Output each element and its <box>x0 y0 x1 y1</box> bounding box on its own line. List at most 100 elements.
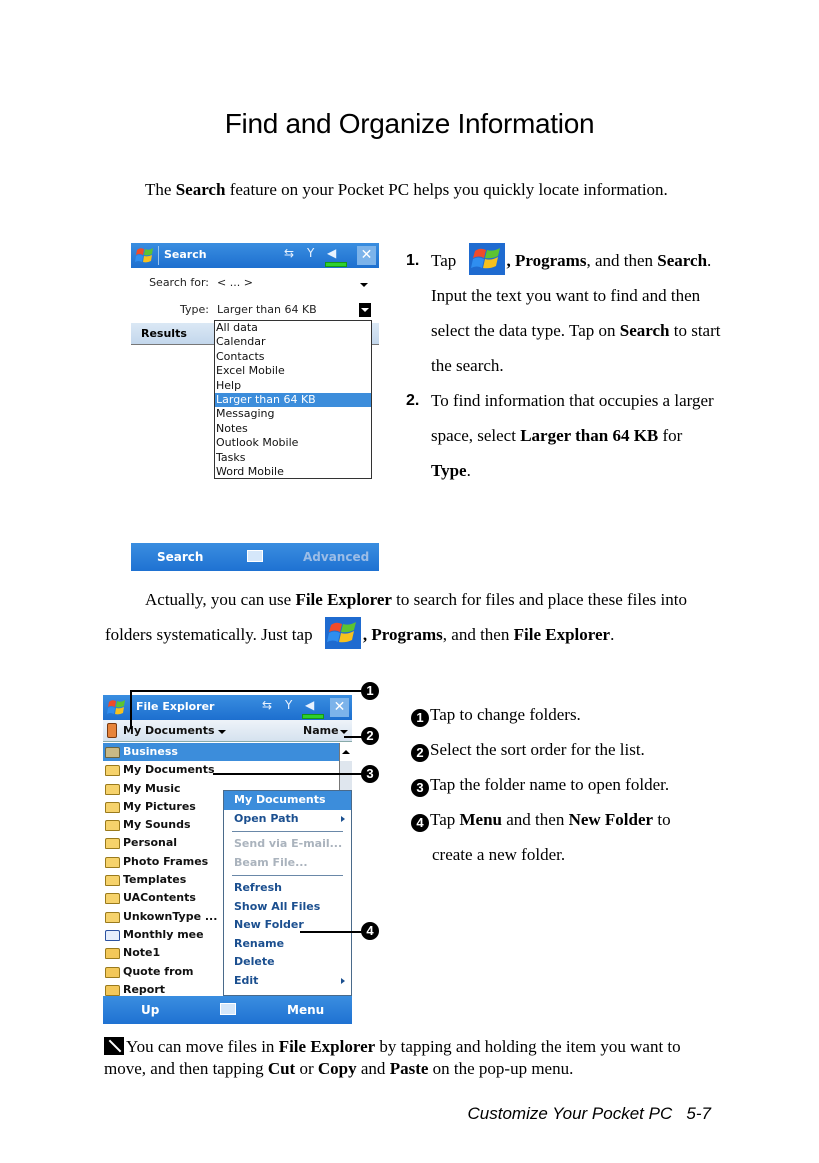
context-menu: My Documents Open Path Send via E-mail..… <box>223 790 352 996</box>
results-label: Results <box>141 327 187 340</box>
callout-line-1 <box>130 690 363 692</box>
volume-icon[interactable]: ◀ <box>327 246 336 260</box>
intro-text: The <box>145 180 176 199</box>
tip-bold: Copy <box>317 1059 357 1078</box>
item-name: Note1 <box>123 946 161 960</box>
step-1: 1. Tap , Programs, and then Search. Inpu… <box>406 243 726 383</box>
menu-divider <box>232 831 343 832</box>
chevron-down-icon[interactable] <box>340 730 348 734</box>
type-label: Type: <box>180 303 209 316</box>
dropdown-option[interactable]: Tasks <box>215 451 371 465</box>
item-name: Monthly mee <box>123 927 204 941</box>
signal-off-icon[interactable]: Y <box>307 246 314 260</box>
dropdown-option[interactable]: Excel Mobile <box>215 364 371 378</box>
up-softkey[interactable]: Up <box>141 1003 159 1017</box>
type-select[interactable]: Larger than 64 KB <box>217 303 317 316</box>
advanced-softkey[interactable]: Advanced <box>303 550 369 564</box>
chevron-down-icon[interactable] <box>218 730 226 734</box>
menu-item-rename[interactable]: Rename <box>224 935 351 954</box>
window-title: Search <box>164 248 207 261</box>
windows-flag-icon[interactable] <box>134 245 155 266</box>
device-icon <box>107 723 117 738</box>
dropdown-option[interactable]: All data <box>215 321 371 335</box>
folder-icon <box>105 820 120 832</box>
dropdown-option[interactable]: Word Mobile <box>215 465 371 479</box>
item-name: UnkownType ... <box>123 909 218 923</box>
windows-flag-icon[interactable] <box>106 697 127 718</box>
search-steps: 1. Tap , Programs, and then Search. Inpu… <box>406 243 726 488</box>
note-text: Tap to change folders. <box>430 705 581 724</box>
search-softkey[interactable]: Search <box>157 550 203 564</box>
callout-marker-4: 4 <box>361 922 379 940</box>
dropdown-option[interactable]: Outlook Mobile <box>215 436 371 450</box>
item-name: Photo Frames <box>123 854 209 868</box>
menu-item-show-all-files[interactable]: Show All Files <box>224 898 351 917</box>
folder-icon <box>105 911 120 923</box>
sync-icon[interactable]: ⇆ <box>284 246 294 260</box>
volume-icon[interactable]: ◀ <box>305 698 314 712</box>
step-text: Tap <box>431 251 461 270</box>
search-for-label: Search for: <box>149 276 209 289</box>
list-item[interactable]: My Documents <box>103 761 339 779</box>
dropdown-option[interactable]: Help <box>215 379 371 393</box>
menu-divider <box>232 875 343 876</box>
tip-bold: Paste <box>389 1059 429 1078</box>
type-dropdown-button[interactable] <box>359 303 371 317</box>
step-text: for <box>658 426 683 445</box>
step-bold: Larger than 64 KB <box>520 426 659 445</box>
dropdown-option-selected[interactable]: Larger than 64 KB <box>215 392 371 408</box>
menu-label: Open Path <box>234 811 299 825</box>
tip-text: You can move files in <box>126 1037 279 1056</box>
page-footer: Customize Your Pocket PC 5-7 <box>468 1104 711 1124</box>
note-4-continued: create a new folder. <box>432 845 566 864</box>
keyboard-icon[interactable] <box>247 550 263 562</box>
folder-selector[interactable]: My Documents <box>123 724 215 737</box>
folder-icon <box>105 856 120 868</box>
step-text: . <box>466 461 471 480</box>
scroll-up-button[interactable] <box>340 743 352 761</box>
chevron-down-icon[interactable] <box>360 283 368 287</box>
menu-item-open-path[interactable]: Open Path <box>224 810 351 829</box>
step-bold: Search <box>619 321 670 340</box>
sort-selector[interactable]: Name <box>303 724 339 737</box>
folder-special-icon <box>105 747 120 758</box>
menu-item-delete[interactable]: Delete <box>224 953 351 972</box>
keyboard-icon[interactable] <box>220 1003 236 1015</box>
menu-softkey[interactable]: Menu <box>287 1003 324 1017</box>
note-3: 3 Tap the folder name to open folder. <box>411 767 731 802</box>
windows-flag-icon <box>468 243 505 275</box>
page-number: 5-7 <box>686 1104 711 1123</box>
word-doc-icon <box>105 929 120 941</box>
dropdown-option[interactable]: Contacts <box>215 350 371 364</box>
close-button[interactable]: ✕ <box>357 246 376 265</box>
item-name: Templates <box>123 873 187 887</box>
list-item[interactable]: Business <box>103 743 339 762</box>
note-icon <box>105 966 120 978</box>
callout-notes: 1 Tap to change folders. 2 Select the sort… <box>411 697 731 872</box>
fe-bold: File Explorer <box>513 625 611 644</box>
folder-icon <box>105 801 120 813</box>
menu-label: Edit <box>234 973 259 987</box>
close-button[interactable]: ✕ <box>330 698 349 717</box>
search-for-input[interactable]: < ... > <box>217 276 253 289</box>
signal-off-icon[interactable]: Y <box>285 698 292 712</box>
tip-text: or <box>295 1059 318 1078</box>
dropdown-option[interactable]: Notes <box>215 422 371 436</box>
pen-note-icon <box>104 1037 124 1055</box>
dropdown-option[interactable]: Messaging <box>215 407 371 421</box>
note-icon <box>105 948 120 960</box>
step-number: 1. <box>406 252 420 269</box>
note-text: and then <box>502 810 569 829</box>
search-titlebar: Search ⇆ Y ◀ ✕ <box>131 243 379 268</box>
note-1: 1 Tap to change folders. <box>411 697 731 732</box>
note-text: to <box>653 810 671 829</box>
search-softkey-bar: Search Advanced <box>131 543 379 571</box>
step-text: , and then <box>586 251 658 270</box>
note-marker: 2 <box>411 744 429 762</box>
menu-item-refresh[interactable]: Refresh <box>224 879 351 898</box>
sync-icon[interactable]: ⇆ <box>262 698 272 712</box>
dropdown-option[interactable]: Calendar <box>215 335 371 349</box>
menu-item-edit[interactable]: Edit <box>224 972 351 991</box>
note-marker: 1 <box>411 709 429 727</box>
note-bold: Menu <box>459 810 503 829</box>
